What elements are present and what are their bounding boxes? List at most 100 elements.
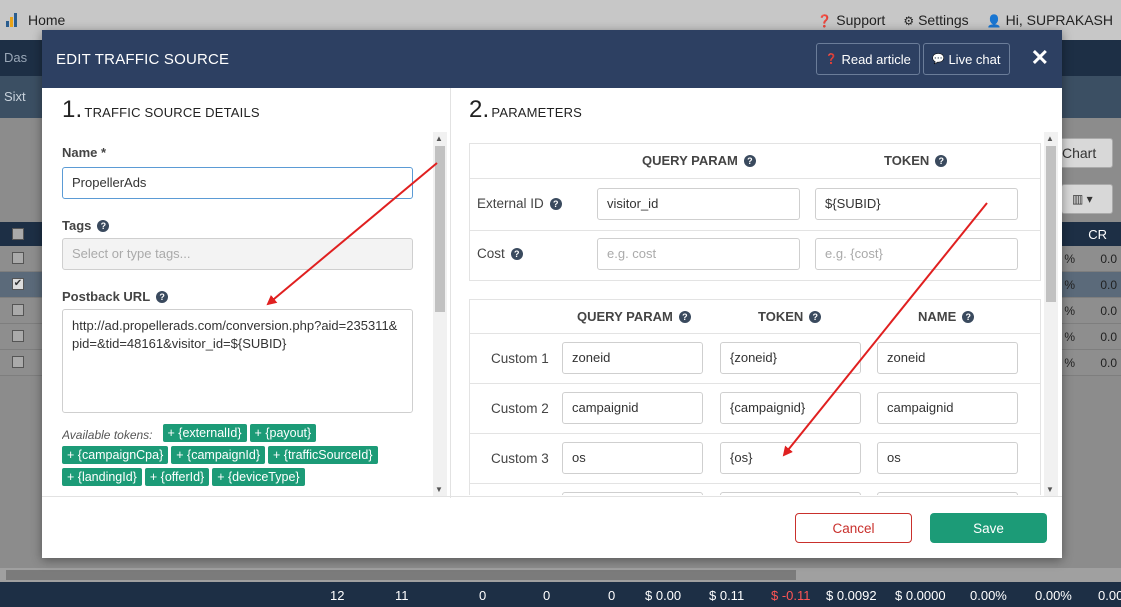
left-panel-scrollbar[interactable]: ▲ ▼ <box>433 132 447 496</box>
parameters-panel: QUERY PARAM? TOKEN? External ID? visitor… <box>469 135 1041 495</box>
chart-button[interactable]: Chart <box>1055 138 1113 168</box>
custom-4-token-input[interactable] <box>720 492 861 495</box>
tags-input[interactable]: Select or type tags... <box>62 238 413 270</box>
external-id-token-input[interactable]: ${SUBID} <box>815 188 1018 220</box>
save-button[interactable]: Save <box>930 513 1047 543</box>
available-tokens: Available tokens: + {externalId} + {payout… <box>62 424 412 500</box>
main-params-table: QUERY PARAM? TOKEN? External ID? visitor… <box>469 143 1041 281</box>
postback-url-label: Postback URL? <box>62 289 169 304</box>
row-checkbox[interactable] <box>12 304 24 316</box>
custom-4-query-input[interactable] <box>562 492 703 495</box>
help-icon[interactable]: ? <box>156 291 169 303</box>
select-all-checkbox[interactable] <box>12 228 24 240</box>
read-article-button[interactable]: ❓ Read article <box>816 43 920 75</box>
custom-params-table: QUERY PARAM? TOKEN? NAME? Custom 1 zonei… <box>469 299 1041 495</box>
columns-button[interactable]: ▥ ▾ <box>1061 184 1113 214</box>
scroll-down-icon[interactable]: ▼ <box>435 485 443 494</box>
row-checkbox[interactable] <box>12 330 24 342</box>
token-traffic-source-id[interactable]: + {trafficSourceId} <box>268 446 378 464</box>
nav-dashboard[interactable]: Das <box>4 50 27 65</box>
custom-3-label: Custom 3 <box>491 451 549 466</box>
scrollbar-thumb[interactable] <box>1046 146 1056 302</box>
external-id-label: External ID? <box>477 196 562 211</box>
custom-4-name-input[interactable] <box>877 492 1018 495</box>
cost-query-input[interactable]: e.g. cost <box>597 238 800 270</box>
postback-url-textarea[interactable]: http://ad.propellerads.com/conversion.ph… <box>62 309 413 413</box>
token-offer-id[interactable]: + {offerId} <box>144 468 210 486</box>
available-tokens-label: Available tokens: <box>62 428 153 442</box>
custom-token-header: TOKEN? <box>758 309 822 324</box>
modal-title: EDIT TRAFFIC SOURCE <box>56 51 230 68</box>
home-link[interactable]: Home <box>6 12 65 28</box>
tags-label: Tags? <box>62 218 110 233</box>
scroll-down-icon[interactable]: ▼ <box>1046 485 1054 494</box>
custom-1-token-input[interactable]: {zoneid} <box>720 342 861 374</box>
user-icon: 👤 <box>986 14 1002 28</box>
custom-3-query-input[interactable]: os <box>562 442 703 474</box>
close-icon[interactable]: ✕ <box>1031 46 1049 70</box>
token-payout[interactable]: + {payout} <box>249 424 317 442</box>
custom-1-name-input[interactable]: zoneid <box>877 342 1018 374</box>
scroll-up-icon[interactable]: ▲ <box>1046 134 1054 143</box>
help-icon[interactable]: ? <box>743 155 756 167</box>
columns-icon: ▥ ▾ <box>1072 192 1093 206</box>
question-circle-icon: ❓ <box>817 14 833 28</box>
right-panel-scrollbar[interactable]: ▲ ▼ <box>1044 132 1058 496</box>
query-param-header: QUERY PARAM? <box>642 153 756 168</box>
section-parameters: 2. PARAMETERS <box>469 96 583 123</box>
custom-3-row: Custom 3 os {os} os <box>470 433 1040 483</box>
logo-icon <box>6 13 22 27</box>
custom-2-token-input[interactable]: {campaignid} <box>720 392 861 424</box>
token-campaign-cpa[interactable]: + {campaignCpa} <box>62 446 169 464</box>
help-icon[interactable]: ? <box>97 220 110 232</box>
token-header: TOKEN? <box>884 153 948 168</box>
custom-1-query-input[interactable]: zoneid <box>562 342 703 374</box>
cr-column-header[interactable]: CR <box>1088 227 1107 242</box>
chat-icon: 💬 <box>932 53 945 65</box>
row-checkbox[interactable] <box>12 356 24 368</box>
help-icon[interactable]: ? <box>935 155 948 167</box>
help-icon[interactable]: ? <box>962 311 975 323</box>
custom-3-token-input[interactable]: {os} <box>720 442 861 474</box>
panel-divider <box>450 88 451 498</box>
subnav-item[interactable]: Sixt <box>4 89 26 104</box>
custom-3-name-input[interactable]: os <box>877 442 1018 474</box>
custom-1-label: Custom 1 <box>491 351 549 366</box>
help-icon[interactable]: ? <box>678 311 691 323</box>
user-menu[interactable]: 👤 Hi, SUPRAKASH <box>987 12 1113 28</box>
custom-2-query-input[interactable]: campaignid <box>562 392 703 424</box>
horizontal-scrollbar[interactable] <box>0 568 1121 582</box>
help-icon[interactable]: ? <box>549 198 562 210</box>
custom-2-name-input[interactable]: campaignid <box>877 392 1018 424</box>
section-traffic-source-details: 1. TRAFFIC SOURCE DETAILS <box>62 96 260 123</box>
cost-row: Cost? e.g. cost e.g. {cost} <box>470 230 1040 280</box>
scrollbar-thumb[interactable] <box>435 146 445 312</box>
scrollbar-thumb[interactable] <box>6 570 796 580</box>
token-landing-id[interactable]: + {landingId} <box>62 468 142 486</box>
home-label: Home <box>28 12 66 28</box>
token-campaign-id[interactable]: + {campaignId} <box>171 446 266 464</box>
row-checkbox[interactable] <box>12 252 24 264</box>
scroll-up-icon[interactable]: ▲ <box>435 134 443 143</box>
external-id-query-input[interactable]: visitor_id <box>597 188 800 220</box>
external-id-row: External ID? visitor_id ${SUBID} <box>470 178 1040 230</box>
edit-traffic-source-modal: EDIT TRAFFIC SOURCE ❓ Read article 💬 Liv… <box>42 30 1062 558</box>
cost-token-input[interactable]: e.g. {cost} <box>815 238 1018 270</box>
totals-row: 12 11 0 0 0 $ 0.00 $ 0.11 $ -0.11 $ 0.00… <box>0 582 1121 607</box>
modal-header: EDIT TRAFFIC SOURCE ❓ Read article 💬 Liv… <box>42 30 1062 88</box>
name-input[interactable]: PropellerAds <box>62 167 413 199</box>
custom-query-param-header: QUERY PARAM? <box>577 309 691 324</box>
row-checkbox-checked[interactable]: ✔ <box>12 278 24 290</box>
custom-4-row <box>470 483 1040 495</box>
token-device-type[interactable]: + {deviceType} <box>212 468 305 486</box>
live-chat-button[interactable]: 💬 Live chat <box>923 43 1010 75</box>
cancel-button[interactable]: Cancel <box>795 513 912 543</box>
gear-icon: ⚙ <box>903 14 915 28</box>
token-external-id[interactable]: + {externalId} <box>162 424 247 442</box>
support-link[interactable]: ❓ Support <box>817 12 885 28</box>
help-icon[interactable]: ? <box>510 248 523 260</box>
settings-link[interactable]: ⚙ Settings <box>903 12 968 28</box>
help-icon[interactable]: ? <box>809 311 822 323</box>
custom-1-row: Custom 1 zoneid {zoneid} zoneid <box>470 333 1040 383</box>
custom-name-header: NAME? <box>918 309 975 324</box>
